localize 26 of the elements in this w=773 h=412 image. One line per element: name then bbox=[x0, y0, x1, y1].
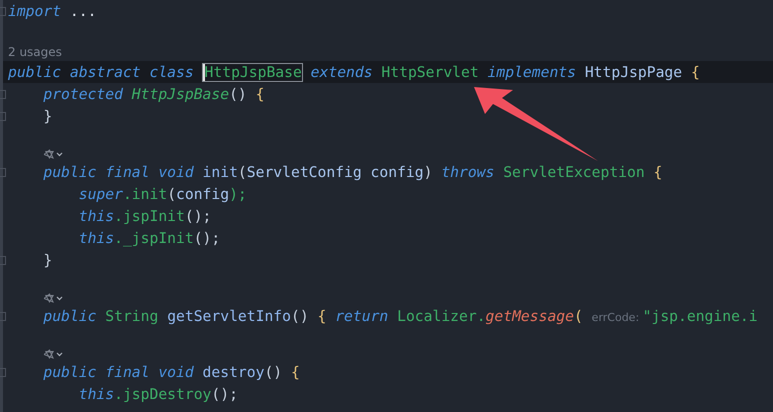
code-line: public final void init(ServletConfig config) throws ServletException { bbox=[42, 164, 662, 180]
code-line: import ... bbox=[8, 2, 96, 20]
implementation-icon[interactable] bbox=[44, 148, 55, 160]
code-line: public String getServletInfo() { return Localizer.getMessage( errCode: "jsp.engine.i bbox=[42, 308, 758, 324]
code-line: this._jspInit(); bbox=[78, 230, 220, 246]
fold-marker[interactable] bbox=[0, 112, 6, 121]
code-line: this.jspInit(); bbox=[78, 208, 212, 224]
code-line: super.init(config); bbox=[78, 186, 247, 202]
fold-marker[interactable] bbox=[0, 90, 6, 99]
chevron-icon[interactable] bbox=[56, 296, 63, 300]
fold-marker[interactable] bbox=[0, 7, 6, 16]
usages-hint[interactable]: 2 usages bbox=[8, 44, 62, 58]
code-line: public final void destroy() { bbox=[42, 364, 300, 380]
fold-marker[interactable] bbox=[0, 368, 6, 377]
implementation-icon[interactable] bbox=[44, 348, 55, 360]
chevron-icon[interactable] bbox=[56, 352, 63, 356]
chevron-icon[interactable] bbox=[56, 152, 63, 156]
implementation-icon[interactable] bbox=[44, 292, 55, 304]
fold-marker[interactable] bbox=[0, 168, 6, 177]
fold-marker[interactable] bbox=[0, 256, 6, 265]
code-line: public abstract class HttpJspBase extends HttpServlet implements HttpJspPage { bbox=[8, 64, 700, 80]
code-line: } bbox=[42, 108, 52, 124]
fold-marker[interactable] bbox=[0, 312, 6, 321]
code-line: this.jspDestroy(); bbox=[78, 386, 238, 402]
code-line: protected HttpJspBase() { bbox=[42, 86, 264, 102]
code-line: } bbox=[42, 252, 52, 268]
